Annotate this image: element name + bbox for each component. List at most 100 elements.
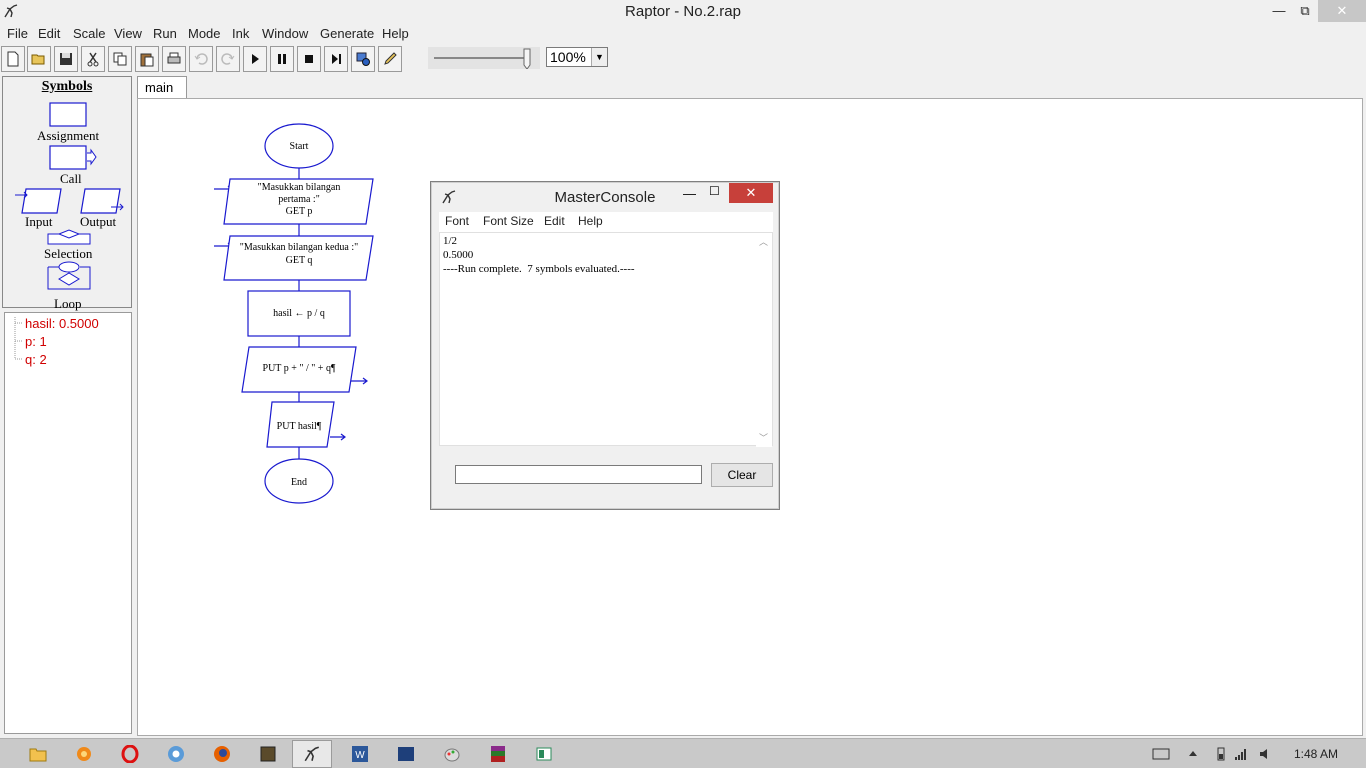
cut-icon bbox=[87, 52, 99, 67]
new-button[interactable] bbox=[1, 46, 25, 72]
undo-button[interactable] bbox=[189, 46, 213, 72]
console-maximize-button[interactable]: ☐ bbox=[709, 184, 720, 198]
start-text: Start bbox=[290, 141, 309, 152]
variables-panel: hasil: 0.5000 p: 1 q: 2 bbox=[4, 312, 132, 734]
raptor-window: Raptor - No.2.rap — ⧉ ✕ File Edit Scale … bbox=[0, 0, 1366, 768]
menu-ink[interactable]: Ink bbox=[232, 23, 249, 41]
scroll-up-icon[interactable]: ︿ bbox=[759, 235, 768, 248]
console-menu-font[interactable]: Font bbox=[445, 214, 469, 228]
menu-window[interactable]: Window bbox=[262, 23, 308, 41]
input-label: Input bbox=[25, 214, 53, 229]
console-line: 0.5000 bbox=[443, 249, 474, 261]
menu-mode[interactable]: Mode bbox=[188, 23, 221, 41]
task-file-explorer[interactable] bbox=[18, 740, 58, 768]
selection-symbol[interactable] bbox=[47, 229, 91, 245]
assignment-symbol[interactable] bbox=[49, 102, 87, 127]
symbol-shapes bbox=[15, 102, 124, 290]
task-chrome[interactable] bbox=[156, 740, 196, 768]
firefox-orange-icon bbox=[77, 747, 91, 761]
console-close-button[interactable]: ✕ bbox=[729, 183, 773, 203]
run-button[interactable] bbox=[243, 46, 267, 72]
selection-label: Selection bbox=[44, 246, 93, 261]
open-button[interactable] bbox=[27, 46, 51, 72]
task-firefox[interactable] bbox=[202, 740, 242, 768]
volume-icon[interactable] bbox=[1258, 747, 1272, 761]
variable-p: p: 1 bbox=[25, 334, 47, 349]
task-app3[interactable] bbox=[524, 740, 564, 768]
clock[interactable]: 1:48 AM bbox=[1294, 747, 1338, 761]
app-icon bbox=[260, 746, 276, 762]
cut-button[interactable] bbox=[81, 46, 105, 72]
menu-view[interactable]: View bbox=[114, 23, 142, 41]
pause-button[interactable] bbox=[270, 46, 294, 72]
test-icon bbox=[356, 52, 370, 66]
task-raptor[interactable] bbox=[292, 740, 332, 768]
console-output[interactable]: 1/2 0.5000 ----Run complete. 7 symbols e… bbox=[439, 232, 773, 447]
print-icon bbox=[167, 52, 181, 64]
paste-icon bbox=[140, 53, 154, 67]
chevron-down-icon[interactable]: ▼ bbox=[591, 48, 607, 66]
task-opera[interactable] bbox=[110, 740, 150, 768]
network-signal-icon[interactable] bbox=[1234, 747, 1248, 761]
task-app2[interactable] bbox=[386, 740, 426, 768]
task-word[interactable]: W bbox=[340, 740, 380, 768]
call-symbol[interactable] bbox=[49, 145, 97, 170]
left-panel: Symbols Assignment Call Input Output Sel… bbox=[2, 76, 132, 736]
symbols-palette: Symbols Assignment Call Input Output Sel… bbox=[2, 76, 132, 311]
tree-lines bbox=[14, 317, 23, 360]
console-menu-help[interactable]: Help bbox=[578, 214, 603, 228]
firefox-icon bbox=[214, 746, 230, 762]
paste-button[interactable] bbox=[135, 46, 159, 72]
speed-slider[interactable] bbox=[428, 47, 540, 69]
console-input[interactable] bbox=[455, 465, 702, 484]
loop-symbol[interactable] bbox=[47, 261, 91, 290]
maximize-button[interactable]: ⧉ bbox=[1292, 0, 1318, 22]
task-paint[interactable] bbox=[432, 740, 472, 768]
redo-icon bbox=[221, 53, 235, 65]
step-button[interactable] bbox=[324, 46, 348, 72]
menu-scale[interactable]: Scale bbox=[73, 23, 106, 41]
save-button[interactable] bbox=[54, 46, 78, 72]
task-app[interactable] bbox=[248, 740, 288, 768]
copy-button[interactable] bbox=[108, 46, 132, 72]
console-scrollbar[interactable]: ︿ ﹀ bbox=[756, 233, 772, 447]
console-menu-font-size[interactable]: Font Size bbox=[483, 214, 534, 228]
task-firefox-orange[interactable] bbox=[64, 740, 104, 768]
redo-button[interactable] bbox=[216, 46, 240, 72]
minimize-button[interactable]: — bbox=[1266, 0, 1292, 22]
close-button[interactable]: ✕ bbox=[1318, 0, 1366, 22]
task-winrar[interactable] bbox=[478, 740, 518, 768]
keyboard-icon[interactable] bbox=[1152, 747, 1170, 761]
output2-text: PUT hasil¶ bbox=[277, 421, 322, 432]
input-symbol[interactable] bbox=[15, 188, 62, 214]
menu-file[interactable]: File bbox=[7, 23, 28, 41]
zoom-select[interactable]: 100% ▼ bbox=[546, 47, 608, 67]
output-symbol[interactable] bbox=[80, 188, 124, 214]
show-hidden-icons-icon[interactable] bbox=[1186, 747, 1200, 761]
test-server-button[interactable] bbox=[351, 46, 375, 72]
paint-icon bbox=[444, 748, 460, 762]
menu-edit[interactable]: Edit bbox=[38, 23, 60, 41]
output-label: Output bbox=[80, 214, 117, 229]
battery-icon[interactable] bbox=[1214, 747, 1228, 761]
undo-icon bbox=[194, 53, 208, 65]
menu-generate[interactable]: Generate bbox=[320, 23, 374, 41]
console-menu-edit[interactable]: Edit bbox=[544, 214, 565, 228]
input1-text-3: GET p bbox=[286, 206, 313, 217]
svg-text:W: W bbox=[355, 750, 365, 761]
app3-icon bbox=[536, 747, 552, 761]
raptor-icon bbox=[304, 746, 319, 762]
clear-button[interactable]: Clear bbox=[711, 463, 773, 487]
tab-main[interactable]: main bbox=[137, 76, 187, 98]
variable-hasil: hasil: 0.5000 bbox=[25, 316, 99, 331]
console-minimize-button[interactable]: — bbox=[683, 186, 696, 201]
stop-button[interactable] bbox=[297, 46, 321, 72]
menu-help[interactable]: Help bbox=[382, 23, 409, 41]
master-console-window: MasterConsole — ☐ ✕ Font Font Size Edit … bbox=[430, 181, 780, 510]
output1-text: PUT p + " / " + q¶ bbox=[263, 363, 336, 374]
print-button[interactable] bbox=[162, 46, 186, 72]
menu-run[interactable]: Run bbox=[153, 23, 177, 41]
input1-text-2: pertama :" bbox=[278, 194, 320, 205]
pen-button[interactable] bbox=[378, 46, 402, 72]
scroll-down-icon[interactable]: ﹀ bbox=[759, 431, 768, 444]
